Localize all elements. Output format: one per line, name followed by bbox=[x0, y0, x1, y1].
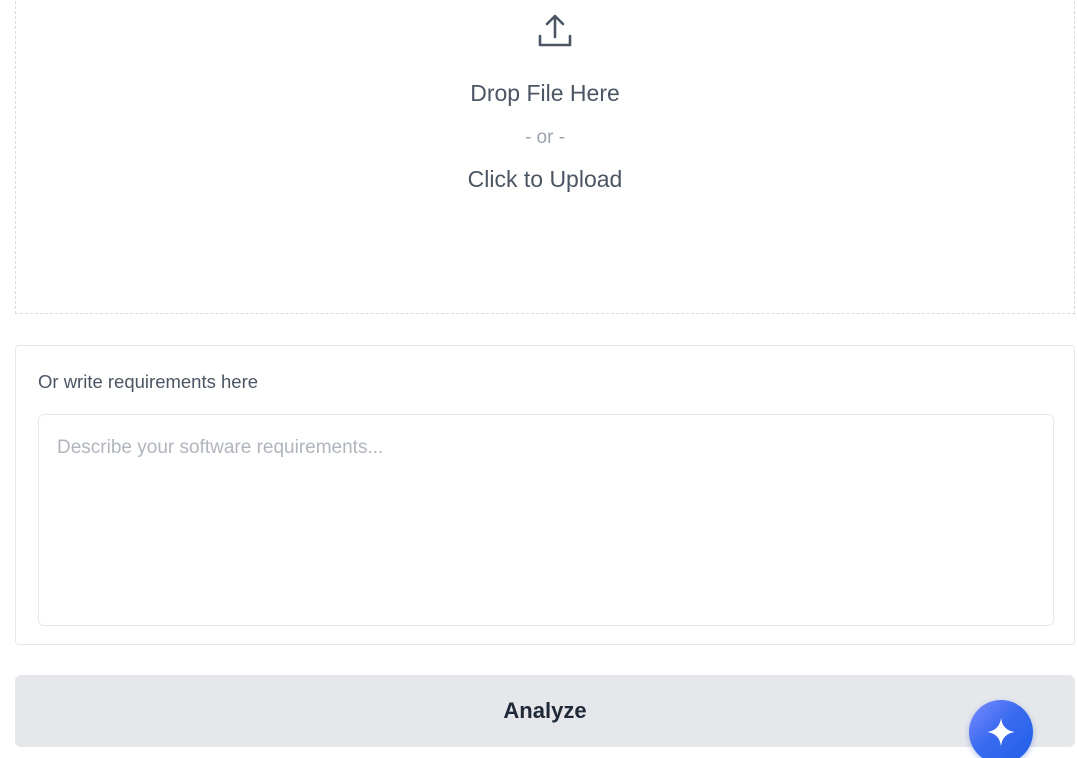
upload-icon bbox=[538, 14, 572, 47]
file-dropzone[interactable]: Drop File Here - or - Click to Upload bbox=[15, 0, 1075, 314]
requirements-panel: Or write requirements here bbox=[15, 345, 1075, 645]
click-to-upload-text[interactable]: Click to Upload bbox=[16, 166, 1074, 193]
page: Drop File Here - or - Click to Upload Or… bbox=[0, 0, 1077, 758]
analyze-button[interactable]: Analyze bbox=[15, 675, 1075, 747]
or-separator: - or - bbox=[524, 127, 566, 148]
requirements-input[interactable] bbox=[38, 414, 1054, 626]
assistant-button[interactable] bbox=[969, 700, 1033, 758]
drop-file-text: Drop File Here bbox=[470, 80, 620, 106]
sparkle-icon bbox=[987, 718, 1015, 746]
requirements-label: Or write requirements here bbox=[38, 371, 259, 392]
